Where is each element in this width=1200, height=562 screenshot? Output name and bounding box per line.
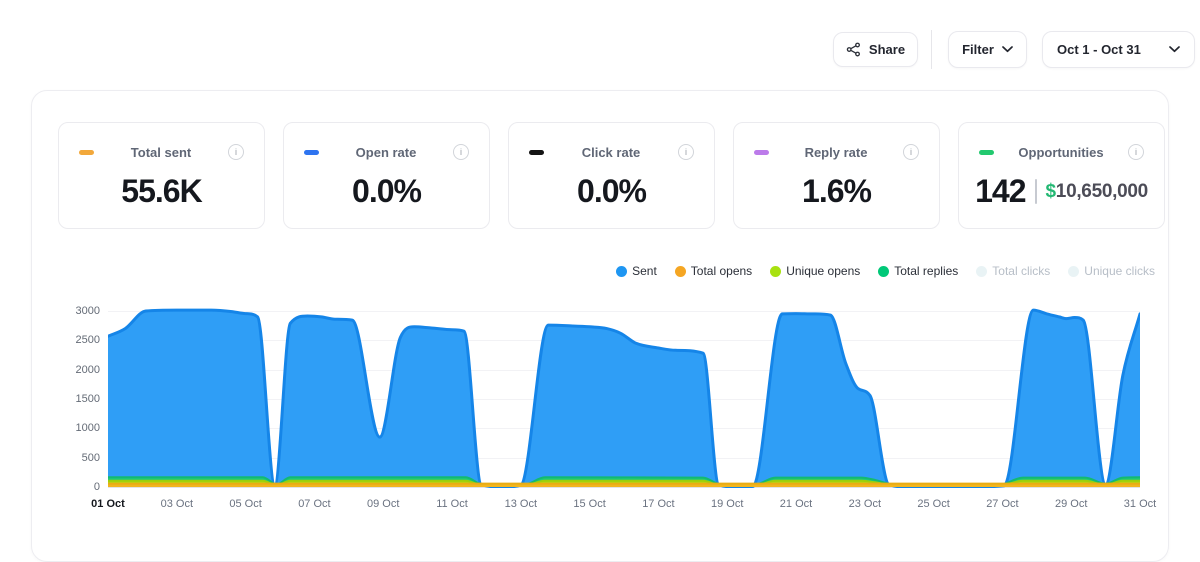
x-axis-tick-label: 21 Oct [779,498,813,510]
metric-label: Opportunities [1018,144,1104,160]
x-axis-tick-label: 11 Oct [436,498,468,510]
legend-item[interactable]: Unique clicks [1068,264,1155,278]
metric-label: Click rate [581,144,641,160]
x-axis-tick-label: 29 Oct [1054,498,1088,510]
legend-label: Total replies [894,264,959,278]
x-axis-tick-label: 03 Oct [160,498,193,510]
topbar-divider [931,30,932,69]
x-axis-tick-label: 15 Oct [573,498,606,510]
legend-label: Total clicks [992,264,1051,278]
stat-cards-row: Total sent i 55.6K Open rate i 0.0% Clic… [58,122,1165,229]
y-axis-tick-label: 2500 [75,334,100,347]
y-axis-tick-label: 1000 [75,422,100,435]
share-button[interactable]: Share [833,32,918,67]
metric-secondary-value: $10,650,000 [1034,179,1148,204]
x-axis-tick-label: 13 Oct [504,498,537,510]
x-axis-tick-label: 23 Oct [848,498,881,510]
info-icon[interactable]: i [903,144,919,160]
x-axis-tick-label: 09 Oct [366,498,400,510]
metric-color-pill [754,149,769,155]
filter-button[interactable]: Filter [948,31,1027,68]
metric-color-pill [529,149,544,155]
legend-item[interactable]: Sent [616,264,657,278]
legend-item[interactable]: Total clicks [976,264,1050,278]
legend-dot [770,265,782,277]
legend-dot [878,265,890,277]
share-icon [846,42,861,57]
legend-label: Unique clicks [1084,264,1155,278]
stat-card: Click rate i 0.0% [508,122,715,229]
info-icon[interactable]: i [453,144,469,160]
currency-symbol: $ [1045,180,1057,202]
legend-label: Total opens [690,264,753,278]
y-axis-tick-label: 2000 [75,363,100,376]
chevron-down-icon [1002,46,1013,53]
metric-label: Open rate [355,144,417,160]
legend-label: Sent [632,264,657,278]
x-axis-tick-label: 27 Oct [986,498,1019,510]
pipeline-amount: 10,650,000 [1055,180,1148,202]
metric-value: 0.0% [352,173,422,209]
y-axis-tick-label: 0 [93,481,100,493]
date-range-label: Oct 1 - Oct 31 [1057,42,1141,57]
x-axis-tick-label: 07 Oct [298,498,331,510]
legend-label: Unique opens [786,264,861,278]
stat-card: Total sent i 55.6K [58,122,265,229]
chart-legend: Sent Total opens Unique opens Total repl… [616,264,1155,278]
x-axis-tick-label: 25 Oct [917,498,950,510]
legend-dot [616,265,628,277]
legend-item[interactable]: Total opens [674,264,753,278]
stat-card: Opportunities i 142 $10,650,000 [958,122,1165,229]
legend-dot [674,265,686,277]
metric-value: 0.0% [577,173,647,209]
chart-canvas[interactable] [108,300,1140,488]
x-axis-tick-label: 31 Oct [1123,498,1157,510]
filter-label: Filter [962,42,994,57]
value-divider [1034,179,1037,204]
share-label: Share [868,42,906,57]
metric-label: Reply rate [804,144,868,160]
metric-value: 142 [975,173,1026,209]
legend-item[interactable]: Unique opens [770,264,860,278]
info-icon[interactable]: i [1128,144,1144,160]
metric-color-pill [304,149,319,155]
x-axis-tick-label: 05 Oct [229,498,262,510]
y-axis-tick-label: 3000 [75,305,100,317]
stat-card: Open rate i 0.0% [283,122,490,229]
chevron-down-icon [1169,46,1180,53]
y-axis-tick-label: 1500 [75,393,100,405]
x-axis-tick-label: 19 Oct [710,498,744,510]
x-axis-tick-label: 17 Oct [642,498,675,510]
info-icon[interactable]: i [228,144,244,160]
x-axis-tick-label: 01 Oct [91,498,125,510]
legend-dot [1068,265,1080,277]
legend-item[interactable]: Total replies [878,264,958,278]
info-icon[interactable]: i [678,144,694,160]
legend-dot [976,265,988,277]
date-range-selector[interactable]: Oct 1 - Oct 31 [1042,31,1195,68]
metric-color-pill [79,149,94,155]
metric-color-pill [979,149,994,155]
stat-card: Reply rate i 1.6% [733,122,940,229]
metric-value: 1.6% [802,173,872,209]
y-axis-tick-label: 500 [81,451,100,464]
metric-label: Total sent [130,144,192,160]
metric-value: 55.6K [121,173,202,209]
